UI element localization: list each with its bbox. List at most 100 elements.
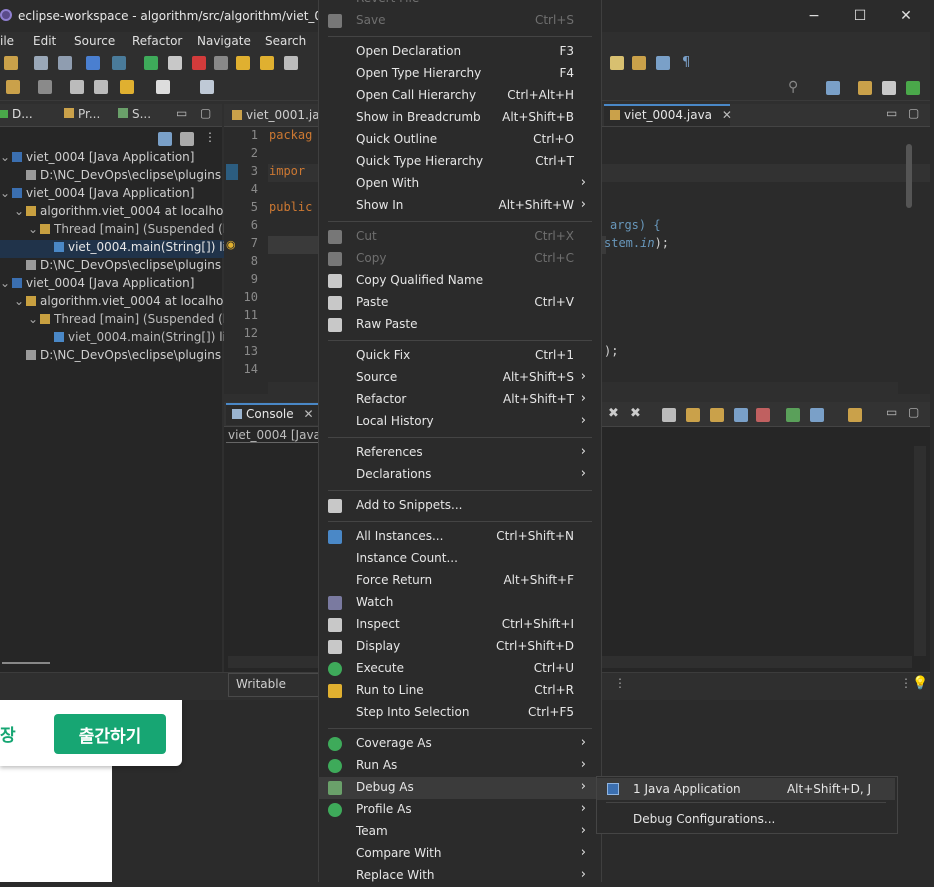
- tree-item-file[interactable]: D:\NC_DevOps\eclipse\plugins: [0, 348, 236, 366]
- minimize-button[interactable]: −: [804, 6, 824, 26]
- code-line-13-tail[interactable]: );: [604, 344, 618, 358]
- menu-file[interactable]: ile: [0, 34, 14, 48]
- git-perspective-icon[interactable]: [882, 81, 896, 95]
- menu-item-compare-with[interactable]: Compare With ›: [318, 843, 600, 865]
- code-line-6-tail[interactable]: args) {: [610, 218, 661, 232]
- tip-lightbulb-icon[interactable]: 💡: [912, 676, 928, 691]
- next-edit-icon[interactable]: [156, 80, 170, 94]
- maximize-editor-icon[interactable]: ▢: [908, 106, 919, 120]
- tab-project-explorer[interactable]: Pr...: [64, 107, 100, 121]
- expand-chevron-icon[interactable]: ⌄: [0, 186, 12, 200]
- show-on-output-icon[interactable]: [734, 408, 748, 422]
- tree-item-process[interactable]: ⌄ algorithm.viet_0004 at localhost:: [0, 294, 238, 312]
- expand-chevron-icon[interactable]: ⌄: [28, 222, 40, 236]
- menu-item-references[interactable]: References ›: [318, 442, 600, 464]
- menu-item-instance-count[interactable]: Instance Count...: [318, 548, 600, 570]
- menu-item-force-return[interactable]: Force Return Alt+Shift+F: [318, 570, 600, 592]
- terminate-console-icon[interactable]: ✖: [608, 406, 619, 421]
- expand-chevron-icon[interactable]: ⌄: [0, 276, 12, 290]
- search-tool-icon[interactable]: [38, 80, 52, 94]
- menu-item-show-in-breadcrumb[interactable]: Show in Breadcrumb Alt+Shift+B: [318, 107, 600, 129]
- mark-occurrences-icon[interactable]: [610, 56, 624, 70]
- close-window-button[interactable]: ✕: [896, 6, 916, 26]
- menu-item-replace-with[interactable]: Replace With ›: [318, 865, 600, 887]
- editor-scrollbar[interactable]: [906, 144, 912, 208]
- maximize-button[interactable]: ☐: [850, 6, 870, 26]
- menu-item-java-application[interactable]: 1 Java Application Alt+Shift+D, J: [597, 778, 895, 800]
- prev-edit-icon[interactable]: [120, 80, 134, 94]
- menu-item-source[interactable]: Source Alt+Shift+S ›: [318, 367, 600, 389]
- menu-item-quick-fix[interactable]: Quick Fix Ctrl+1: [318, 345, 600, 367]
- search-icon[interactable]: ⚲: [788, 79, 798, 95]
- step-return-icon[interactable]: [284, 56, 298, 70]
- menu-item-step-into-selection[interactable]: Step Into Selection Ctrl+F5: [318, 702, 600, 724]
- menu-item-team[interactable]: Team ›: [318, 821, 600, 843]
- debug-perspective-icon[interactable]: [906, 81, 920, 95]
- code-line-1[interactable]: packag: [269, 128, 312, 142]
- menu-navigate[interactable]: Navigate: [197, 34, 251, 48]
- show-whitespace-icon[interactable]: [656, 56, 670, 70]
- tree-item-launch[interactable]: ⌄ viet_0004 [Java Application]: [0, 186, 222, 204]
- breakpoint-marker-icon[interactable]: ◉: [226, 238, 236, 251]
- publish-button[interactable]: 출간하기: [54, 714, 166, 754]
- save-all-icon[interactable]: [58, 56, 72, 70]
- tree-item-file[interactable]: D:\NC_DevOps\eclipse\plugins: [0, 168, 236, 186]
- menu-item-declarations[interactable]: Declarations ›: [318, 464, 600, 486]
- skip-breakpoints-icon[interactable]: [112, 56, 126, 70]
- menu-item-open-with[interactable]: Open With ›: [318, 173, 600, 195]
- minimize-view-icon[interactable]: ▭: [176, 106, 187, 120]
- block-selection-icon[interactable]: [632, 56, 646, 70]
- resume-icon[interactable]: [144, 56, 158, 70]
- expand-chevron-icon[interactable]: ⌄: [0, 150, 12, 164]
- expand-chevron-icon[interactable]: ⌄: [28, 312, 40, 326]
- code-line-7-tail[interactable]: stem.in);: [604, 236, 669, 250]
- remove-terminated-icon[interactable]: [180, 132, 194, 146]
- console-scrollbar[interactable]: [914, 446, 926, 656]
- menu-search[interactable]: Search: [265, 34, 306, 48]
- tab-debug[interactable]: D...: [0, 107, 33, 121]
- open-console-icon[interactable]: [848, 408, 862, 422]
- tree-item-launch[interactable]: ⌄ viet_0004 [Java Application]: [0, 276, 222, 294]
- terminate-icon[interactable]: [192, 56, 206, 70]
- menu-item-quick-outline[interactable]: Quick Outline Ctrl+O: [318, 129, 600, 151]
- menu-item-paste[interactable]: Paste Ctrl+V: [318, 292, 600, 314]
- menu-item-quick-type-hierarchy[interactable]: Quick Type Hierarchy Ctrl+T: [318, 151, 600, 173]
- expand-chevron-icon[interactable]: ⌄: [14, 294, 26, 308]
- show-on-error-icon[interactable]: [756, 408, 770, 422]
- menu-item-watch[interactable]: Watch: [318, 592, 600, 614]
- menu-item-coverage-as[interactable]: Coverage As ›: [318, 733, 600, 755]
- menu-item-run-as[interactable]: Run As ›: [318, 755, 600, 777]
- close-tab-icon[interactable]: ✕: [722, 108, 732, 122]
- save-icon[interactable]: [34, 56, 48, 70]
- open-perspective-icon[interactable]: [826, 81, 840, 95]
- step-over-icon[interactable]: [260, 56, 274, 70]
- menu-item-raw-paste[interactable]: Raw Paste: [318, 314, 600, 336]
- menu-item-debug-as[interactable]: Debug As ›: [318, 777, 600, 799]
- minimize-console-icon[interactable]: ▭: [886, 405, 897, 419]
- menu-item-open-call-hierarchy[interactable]: Open Call Hierarchy Ctrl+Alt+H: [318, 85, 600, 107]
- close-console-icon[interactable]: ✕: [303, 407, 313, 421]
- menu-item-local-history[interactable]: Local History ›: [318, 411, 600, 433]
- disconnect-icon[interactable]: [214, 56, 228, 70]
- pin-console-icon[interactable]: [786, 408, 800, 422]
- tree-item-thread[interactable]: ⌄ Thread [main] (Suspended (br: [0, 222, 250, 240]
- expand-chevron-icon[interactable]: ⌄: [14, 204, 26, 218]
- tab-viet-0004-label[interactable]: viet_0004.java ✕: [610, 108, 732, 122]
- menu-item-show-in[interactable]: Show In Alt+Shift+W ›: [318, 195, 600, 217]
- menu-item-display[interactable]: Display Ctrl+Shift+D: [318, 636, 600, 658]
- new-icon[interactable]: [4, 56, 18, 70]
- save-draft-button[interactable]: 장: [0, 721, 16, 746]
- console-tab[interactable]: Console ✕: [232, 407, 314, 421]
- open-type-icon[interactable]: [6, 80, 20, 94]
- menu-item-execute[interactable]: Execute Ctrl+U: [318, 658, 600, 680]
- back-icon[interactable]: [70, 80, 84, 94]
- tree-item-launch[interactable]: ⌄ viet_0004 [Java Application]: [0, 150, 222, 168]
- minimize-editor-icon[interactable]: ▭: [886, 106, 897, 120]
- menu-item-inspect[interactable]: Inspect Ctrl+Shift+I: [318, 614, 600, 636]
- debug-view-hscroll-thumb[interactable]: [2, 662, 50, 664]
- tab-viet-0001[interactable]: viet_0001.jav: [232, 108, 327, 122]
- forward-icon[interactable]: [94, 80, 108, 94]
- tree-item-thread[interactable]: ⌄ Thread [main] (Suspended (br: [0, 312, 250, 330]
- collapse-all-icon[interactable]: [158, 132, 172, 146]
- tree-item-file[interactable]: D:\NC_DevOps\eclipse\plugins: [0, 258, 236, 276]
